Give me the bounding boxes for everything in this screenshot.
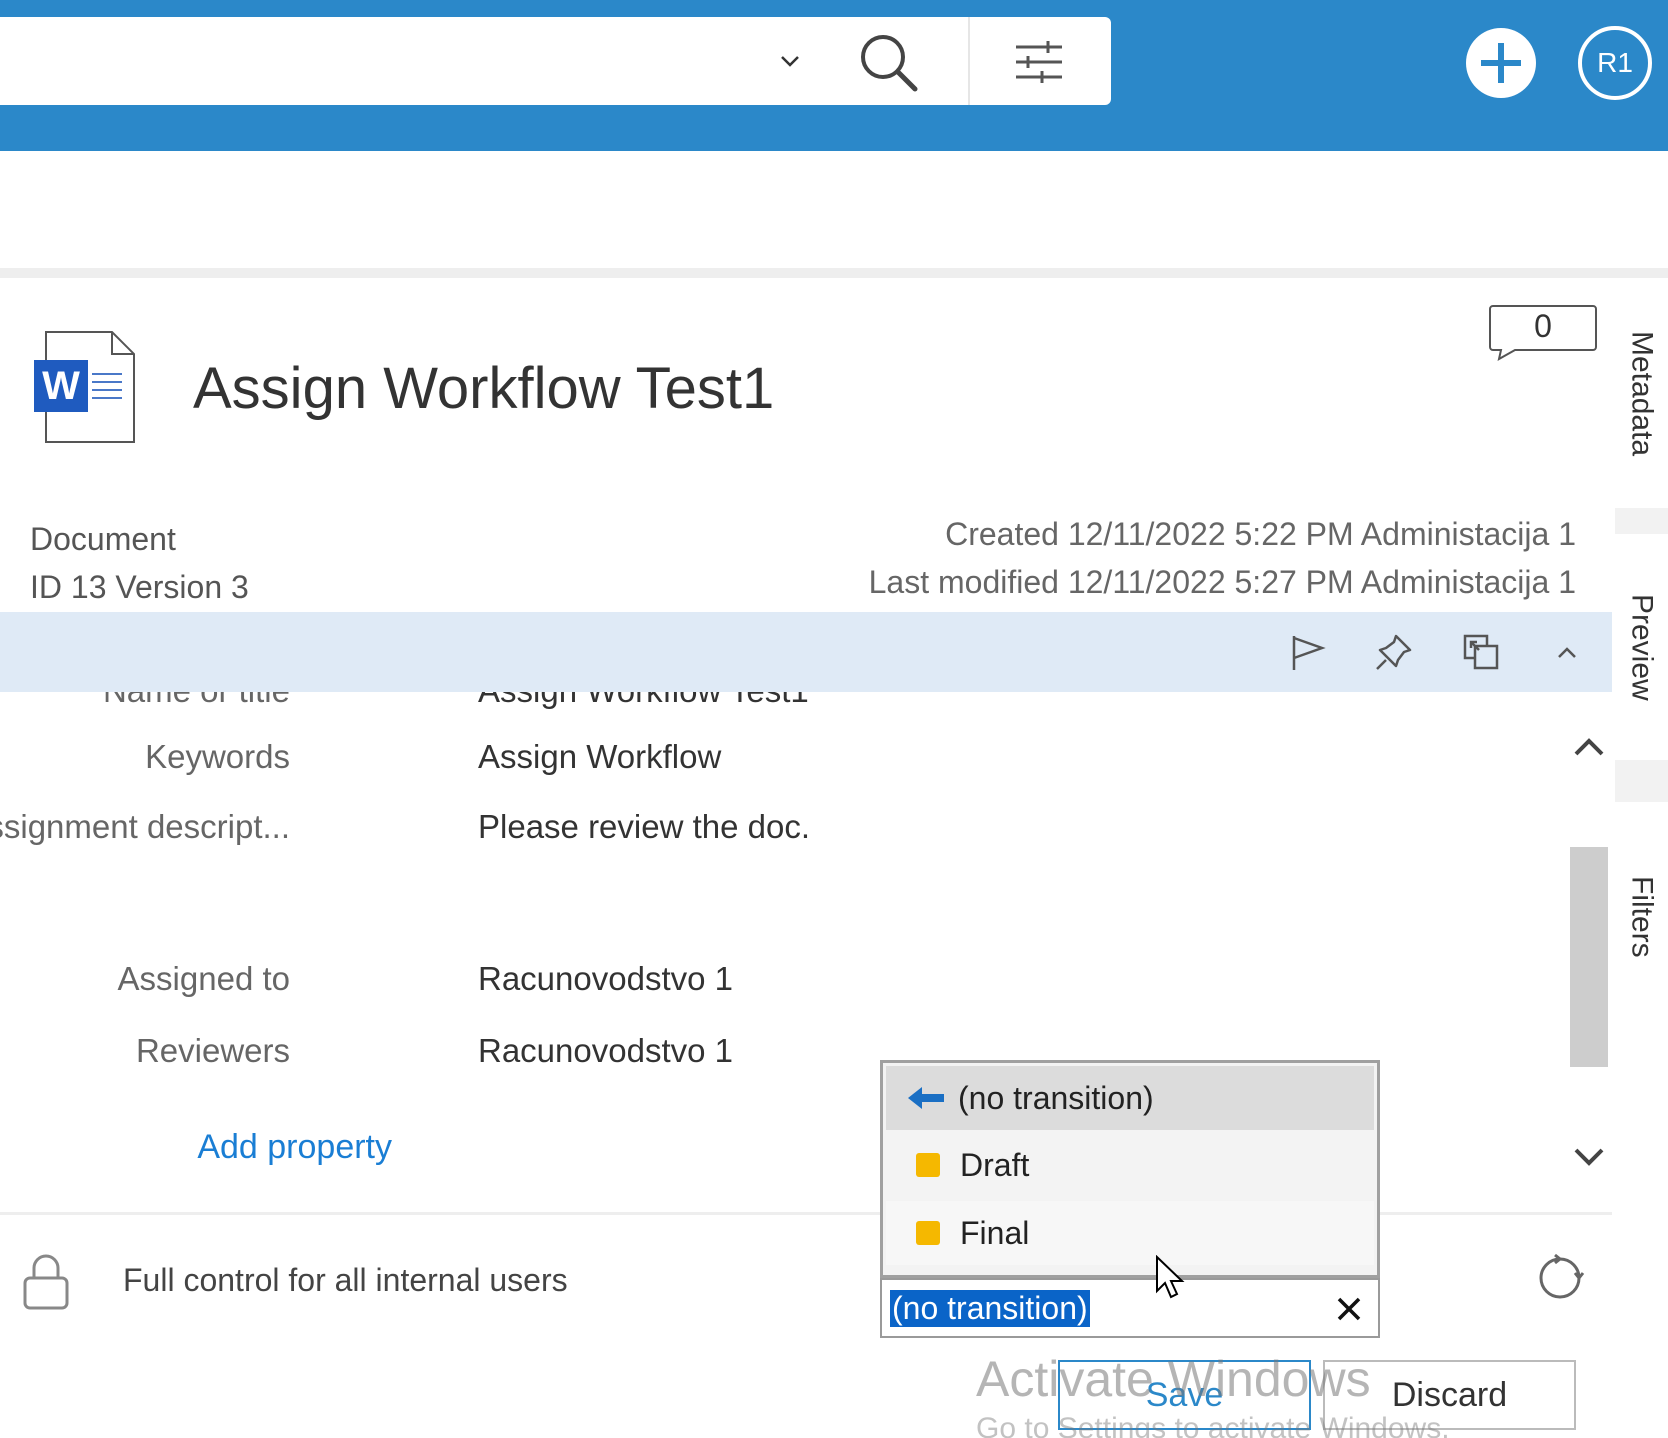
state-transition-input[interactable]: (no transition) bbox=[880, 1278, 1380, 1338]
action-bar bbox=[0, 612, 1612, 692]
dropdown-option-label: Draft bbox=[960, 1146, 1030, 1183]
dropdown-option-final[interactable]: Final bbox=[886, 1201, 1374, 1265]
scroll-down-icon[interactable] bbox=[1572, 1140, 1606, 1174]
state-transition-value: (no transition) bbox=[890, 1290, 1090, 1327]
property-label: Name or title bbox=[103, 692, 290, 710]
document-type: Document bbox=[30, 521, 176, 557]
tab-preview[interactable]: Preview bbox=[1615, 534, 1668, 760]
tab-preview-label: Preview bbox=[1625, 593, 1659, 701]
document-id-version: ID 13 Version 3 bbox=[30, 569, 249, 605]
header-separator bbox=[0, 268, 1668, 278]
document-info: Document ID 13 Version 3 bbox=[30, 515, 249, 611]
discard-button[interactable]: Discard bbox=[1323, 1360, 1576, 1430]
dropdown-option-draft[interactable]: Draft bbox=[886, 1133, 1374, 1197]
modified-info: Last modified 12/11/2022 5:27 PM Adminis… bbox=[868, 564, 1576, 600]
add-icon[interactable] bbox=[1465, 27, 1537, 99]
search-box[interactable] bbox=[0, 17, 1111, 105]
property-label: Assignment descript... bbox=[0, 808, 290, 845]
permissions-label[interactable]: Full control for all internal users bbox=[123, 1262, 568, 1299]
pop-out-icon[interactable] bbox=[1461, 632, 1501, 672]
chevron-down-icon[interactable] bbox=[776, 47, 804, 75]
flag-icon[interactable] bbox=[1288, 632, 1328, 672]
property-label: Reviewers bbox=[135, 1032, 290, 1069]
chevron-up-icon[interactable] bbox=[1547, 632, 1587, 672]
top-bar: R1 bbox=[0, 0, 1668, 151]
save-button[interactable]: Save bbox=[1058, 1360, 1311, 1430]
document-dates: Created 12/11/2022 5:22 PM Administacija… bbox=[869, 510, 1576, 606]
state-color-swatch bbox=[916, 1221, 940, 1245]
arrow-left-icon bbox=[908, 1087, 944, 1109]
lock-icon[interactable] bbox=[22, 1252, 70, 1310]
mouse-cursor-icon bbox=[1156, 1255, 1185, 1299]
side-tab-gap bbox=[1615, 508, 1668, 534]
dropdown-option-no-transition[interactable]: (no transition) bbox=[886, 1066, 1374, 1130]
settings-sliders-icon[interactable] bbox=[1012, 37, 1066, 87]
svg-text:W: W bbox=[42, 364, 80, 408]
page-title: Assign Workflow Test1 bbox=[193, 356, 775, 421]
property-value[interactable]: Assign Workflow bbox=[478, 738, 721, 776]
property-value[interactable]: Assign Workflow Test1 bbox=[478, 692, 809, 710]
property-value[interactable]: Please review the doc. bbox=[478, 808, 810, 846]
state-transition-dropdown: (no transition) Draft Final bbox=[880, 1060, 1380, 1278]
created-info: Created 12/11/2022 5:22 PM Administacija… bbox=[945, 516, 1576, 552]
pin-icon[interactable] bbox=[1374, 632, 1414, 672]
property-label: Keywords bbox=[145, 738, 290, 775]
close-icon[interactable] bbox=[1334, 1294, 1364, 1324]
word-document-icon: W bbox=[34, 331, 135, 443]
comment-count[interactable]: 0 bbox=[1487, 308, 1599, 345]
dropdown-option-label: Final bbox=[960, 1214, 1030, 1251]
refresh-icon[interactable] bbox=[1535, 1253, 1585, 1303]
property-label: Assigned to bbox=[117, 960, 290, 997]
scroll-up-icon[interactable] bbox=[1572, 730, 1606, 764]
property-value[interactable]: Racunovodstvo 1 bbox=[478, 960, 733, 998]
property-value[interactable]: Racunovodstvo 1 bbox=[478, 1032, 733, 1070]
search-icon[interactable] bbox=[855, 29, 921, 95]
dropdown-option-label: (no transition) bbox=[958, 1079, 1154, 1116]
side-tab-gap bbox=[1615, 760, 1668, 802]
tab-metadata[interactable]: Metadata bbox=[1615, 280, 1668, 508]
scrollbar-thumb[interactable] bbox=[1570, 847, 1608, 1067]
state-color-swatch bbox=[916, 1153, 940, 1177]
tab-filters[interactable]: Filters bbox=[1615, 802, 1668, 1032]
user-avatar[interactable]: R1 bbox=[1578, 26, 1652, 100]
tab-metadata-label: Metadata bbox=[1625, 331, 1659, 457]
tab-filters-label: Filters bbox=[1625, 876, 1659, 958]
search-divider bbox=[968, 17, 970, 105]
add-property-link[interactable]: Add property bbox=[197, 1128, 392, 1167]
